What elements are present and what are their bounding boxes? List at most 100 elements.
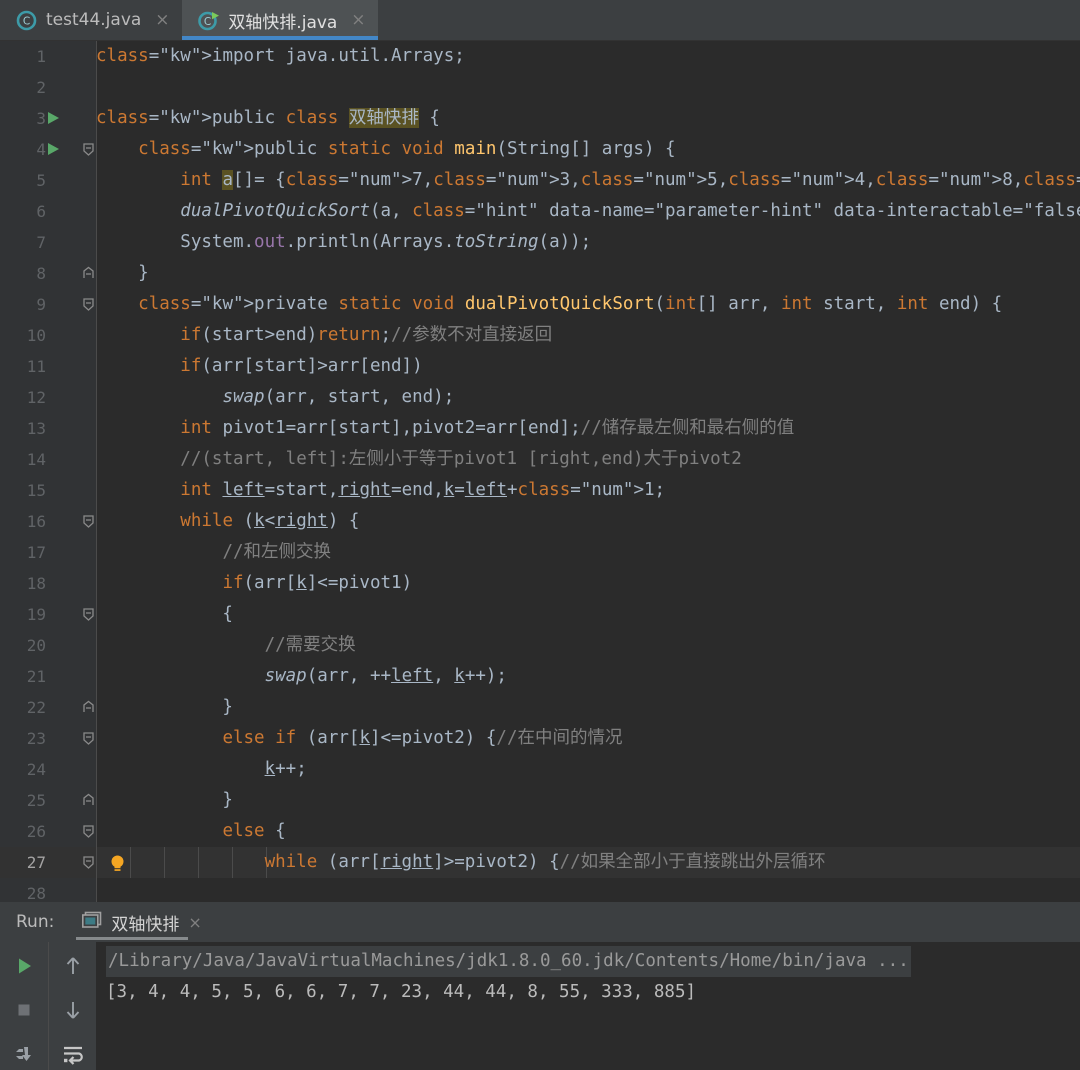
code-text: if(arr[k]<=pivot1) <box>96 568 1080 599</box>
run-config-label: 双轴快排 <box>111 910 179 935</box>
line-number: 16 <box>0 506 46 537</box>
line-number: 7 <box>0 227 46 258</box>
fold-collapse-icon[interactable] <box>81 297 96 312</box>
svg-text:C: C <box>204 16 211 28</box>
run-console-area: /Library/Java/JavaVirtualMachines/jdk1.8… <box>0 942 1080 1070</box>
line-number: 18 <box>0 568 46 599</box>
code-line[interactable]: 4 class="kw">public static void main(Str… <box>0 134 1080 165</box>
gutter-run-icon[interactable] <box>48 112 59 124</box>
code-line[interactable]: 2 <box>0 72 1080 103</box>
code-line[interactable]: 9 class="kw">private static void dualPiv… <box>0 289 1080 320</box>
code-line[interactable]: 8 } <box>0 258 1080 289</box>
soft-wrap-icon[interactable] <box>59 1040 87 1068</box>
code-line[interactable]: 17 //和左侧交换 <box>0 537 1080 568</box>
gutter-run-icon[interactable] <box>48 143 59 155</box>
run-tool-window: Run: 双轴快排 × <box>0 902 1080 1070</box>
line-number: 24 <box>0 754 46 785</box>
code-line[interactable]: 1 class="kw">import java.util.Arrays; <box>0 41 1080 72</box>
console-output[interactable]: /Library/Java/JavaVirtualMachines/jdk1.8… <box>96 942 1080 1070</box>
fold-collapse-icon[interactable] <box>81 824 96 839</box>
editor-tab-label: test44.java <box>46 10 141 30</box>
code-line[interactable]: 7 System.out.println(Arrays.toString(a))… <box>0 227 1080 258</box>
fold-collapse-icon[interactable] <box>81 514 96 529</box>
code-line[interactable]: 20 //需要交换 <box>0 630 1080 661</box>
code-line[interactable]: 22 } <box>0 692 1080 723</box>
fold-collapse-icon[interactable] <box>81 731 96 746</box>
print-icon[interactable] <box>10 1040 38 1068</box>
line-number: 15 <box>0 475 46 506</box>
fold-collapse-icon[interactable] <box>81 855 96 870</box>
scroll-down-icon[interactable] <box>59 996 87 1024</box>
code-text: else if (arr[k]<=pivot2) {//在中间的情况 <box>96 723 1080 754</box>
code-line[interactable]: 12 swap(arr, start, end); <box>0 382 1080 413</box>
scroll-up-icon[interactable] <box>59 952 87 980</box>
code-line[interactable]: 3class="kw">public class 双轴快排 { <box>0 103 1080 134</box>
code-line[interactable]: 25 } <box>0 785 1080 816</box>
rerun-icon[interactable] <box>10 952 38 980</box>
code-line[interactable]: 13 int pivot1=arr[start],pivot2=arr[end]… <box>0 413 1080 444</box>
code-text: } <box>96 692 1080 723</box>
code-line[interactable]: 10 if(start>end)return;//参数不对直接返回 <box>0 320 1080 351</box>
code-text: //需要交换 <box>96 630 1080 661</box>
fold-end-icon[interactable] <box>81 700 96 715</box>
code-line[interactable]: 28 <box>0 878 1080 902</box>
run-tool-header: Run: 双轴快排 × <box>0 902 1080 942</box>
stop-icon[interactable] <box>10 996 38 1024</box>
code-line[interactable]: 5 int a[]= {class="num">7,class="num">3,… <box>0 165 1080 196</box>
code-text: while (arr[right]>=pivot2) {//如果全部小于直接跳出… <box>96 847 1080 878</box>
fold-collapse-icon[interactable] <box>81 607 96 622</box>
code-editor[interactable]: 1 class="kw">import java.util.Arrays; 23cl… <box>0 41 1080 902</box>
close-icon[interactable]: × <box>154 10 170 30</box>
code-text: if(arr[start]>arr[end]) <box>96 351 1080 382</box>
line-number: 2 <box>0 72 46 103</box>
code-text: while (k<right) { <box>96 506 1080 537</box>
line-number: 19 <box>0 599 46 630</box>
code-line[interactable]: 15 int left=start,right=end,k=left+class… <box>0 475 1080 506</box>
code-text: int pivot1=arr[start],pivot2=arr[end];//… <box>96 413 1080 444</box>
line-number: 13 <box>0 413 46 444</box>
code-line[interactable]: 6 dualPivotQuickSort(a, class="hint" dat… <box>0 196 1080 227</box>
code-line[interactable]: 19 { <box>0 599 1080 630</box>
line-number: 26 <box>0 816 46 847</box>
line-number: 12 <box>0 382 46 413</box>
fold-end-icon[interactable] <box>81 793 96 808</box>
code-text: int left=start,right=end,k=left+class="n… <box>96 475 1080 506</box>
editor-tab-label: 双轴快排.java <box>228 8 337 33</box>
line-number: 20 <box>0 630 46 661</box>
fold-collapse-icon[interactable] <box>81 142 96 157</box>
line-number: 1 <box>0 41 46 72</box>
code-text: if(start>end)return;//参数不对直接返回 <box>96 320 1080 351</box>
code-text: class="kw">public static void main(Strin… <box>96 134 1080 165</box>
code-text: dualPivotQuickSort(a, class="hint" data-… <box>96 196 1080 227</box>
close-icon[interactable]: × <box>188 913 201 932</box>
code-text: else { <box>96 816 1080 847</box>
close-icon[interactable]: × <box>350 10 366 30</box>
run-configuration-tab[interactable]: 双轴快排 × <box>76 902 207 942</box>
console-command-line: /Library/Java/JavaVirtualMachines/jdk1.8… <box>106 946 1080 977</box>
code-text: //(start, left]:左侧小于等于pivot1 [right,end)… <box>96 444 1080 475</box>
line-number: 8 <box>0 258 46 289</box>
code-line[interactable]: 24 k++; <box>0 754 1080 785</box>
code-line[interactable]: 18 if(arr[k]<=pivot1) <box>0 568 1080 599</box>
console-output-line: [3, 4, 4, 5, 5, 6, 6, 7, 7, 23, 44, 44, … <box>106 977 1080 1008</box>
code-text: class="kw">private static void dualPivot… <box>96 289 1080 320</box>
code-line[interactable]: 27 while (arr[right]>=pivot2) {//如果全部小于直… <box>0 847 1080 878</box>
line-number: 22 <box>0 692 46 723</box>
editor-tab-bar: C test44.java × C 双轴快排.java × <box>0 0 1080 41</box>
code-text: //和左侧交换 <box>96 537 1080 568</box>
editor-tab-shuangzhoukuaipai[interactable]: C 双轴快排.java × <box>182 0 378 40</box>
code-line[interactable]: 23 else if (arr[k]<=pivot2) {//在中间的情况 <box>0 723 1080 754</box>
editor-tab-test44[interactable]: C test44.java × <box>0 0 182 40</box>
line-number: 10 <box>0 320 46 351</box>
code-text: } <box>96 258 1080 289</box>
fold-end-icon[interactable] <box>81 266 96 281</box>
code-line[interactable]: 26 else { <box>0 816 1080 847</box>
code-line[interactable]: 16 while (k<right) { <box>0 506 1080 537</box>
code-line[interactable]: 14 //(start, left]:左侧小于等于pivot1 [right,e… <box>0 444 1080 475</box>
line-number: 9 <box>0 289 46 320</box>
code-line[interactable]: 11 if(arr[start]>arr[end]) <box>0 351 1080 382</box>
code-line[interactable]: 21 swap(arr, ++left, k++); <box>0 661 1080 692</box>
code-text: class="kw">public class 双轴快排 { <box>96 103 1080 134</box>
java-class-icon: C <box>16 10 37 31</box>
code-text: class="kw">import java.util.Arrays; <box>96 41 1080 72</box>
